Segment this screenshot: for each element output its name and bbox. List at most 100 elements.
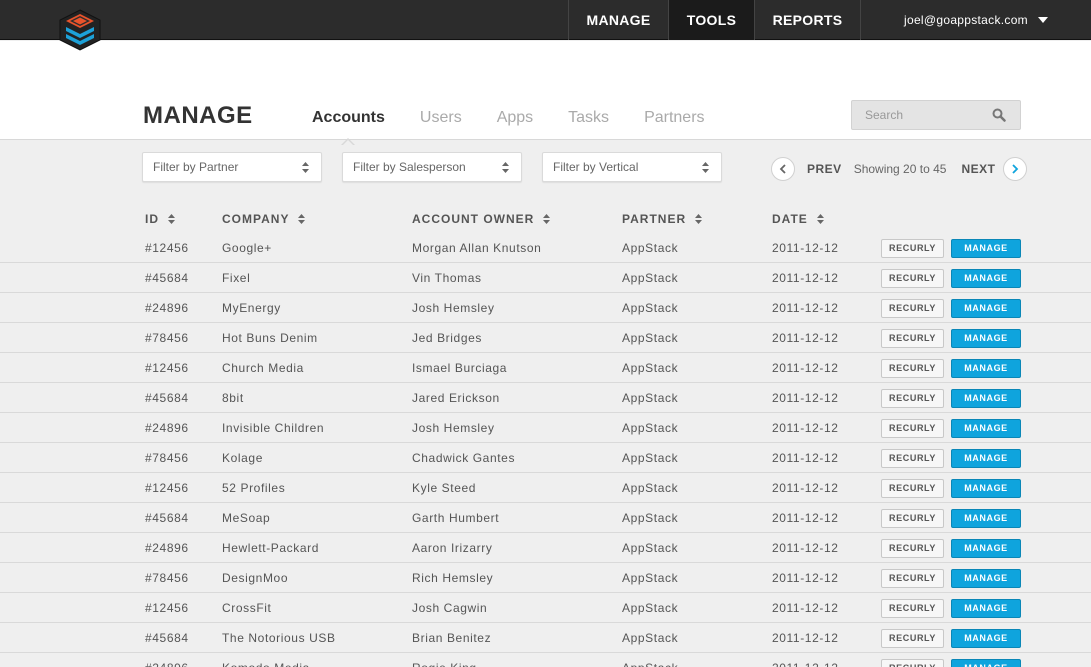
recurly-button[interactable]: RECURLY [881,239,944,258]
next-page-button[interactable] [1003,157,1028,181]
cell-partner: AppStack [622,421,679,435]
recurly-button[interactable]: RECURLY [881,419,944,438]
table-row: #78456 Kolage Chadwick Gantes AppStack 2… [0,443,1091,473]
recurly-button[interactable]: RECURLY [881,449,944,468]
top-bar: MANAGE TOOLS REPORTS joel@goappstack.com [0,0,1091,40]
cell-company: Kolage [222,451,263,465]
cell-partner: AppStack [622,653,678,667]
cell-owner: Jed Bridges [412,331,482,345]
manage-button[interactable]: MANAGE [951,419,1021,438]
nav-tools[interactable]: TOOLS [668,0,754,40]
table-row: #24896 Hewlett-Packard Aaron Irizarry Ap… [0,533,1091,563]
caret-down-icon [1037,17,1048,23]
cell-owner: Vin Thomas [412,271,482,285]
column-header-label: ACCOUNT OWNER [412,212,535,226]
logo[interactable] [56,6,104,54]
manage-button[interactable]: MANAGE [951,509,1021,528]
filter-vertical-select[interactable]: Filter by Vertical [542,152,722,182]
column-header-id[interactable]: ID [145,212,175,226]
manage-button[interactable]: MANAGE [951,599,1021,618]
search-box [851,100,1021,130]
cell-id: #24896 [145,653,189,667]
filter-salesperson-select[interactable]: Filter by Salesperson [342,152,522,182]
tab-apps[interactable]: Apps [497,109,533,127]
manage-button[interactable]: MANAGE [951,479,1021,498]
cell-partner: AppStack [622,481,679,495]
prev-label[interactable]: PREV [807,162,842,176]
cell-owner: Garth Humbert [412,511,500,525]
cell-company: Fixel [222,271,251,285]
recurly-button[interactable]: RECURLY [881,629,944,648]
recurly-button[interactable]: RECURLY [881,569,944,588]
search-icon[interactable] [992,108,1006,122]
showing-range: Showing 20 to 45 [853,162,947,176]
manage-button[interactable]: MANAGE [951,389,1021,408]
next-label[interactable]: NEXT [961,162,995,176]
recurly-button[interactable]: RECURLY [881,389,944,408]
nav-reports[interactable]: REPORTS [754,0,860,40]
manage-button[interactable]: MANAGE [951,239,1021,258]
cell-owner: Rich Hemsley [412,571,494,585]
cell-id: #78456 [145,331,189,345]
recurly-button[interactable]: RECURLY [881,269,944,288]
tab-bar: Accounts Users Apps Tasks Partners [312,109,740,146]
manage-button[interactable]: MANAGE [951,299,1021,318]
recurly-button[interactable]: RECURLY [881,479,944,498]
cell-id: #45684 [145,511,189,525]
updown-arrows-icon [302,162,309,173]
manage-button[interactable]: MANAGE [951,539,1021,558]
cell-owner: Aaron Irizarry [412,541,493,555]
column-header-date[interactable]: DATE [772,212,824,226]
cell-date: 2011-12-12 [772,331,839,345]
cell-id: #12456 [145,481,189,495]
recurly-button[interactable]: RECURLY [881,659,944,667]
column-header-account-owner[interactable]: ACCOUNT OWNER [412,212,551,226]
cell-partner: AppStack [622,541,679,555]
cell-id: #12456 [145,361,189,375]
cell-date: 2011-12-12 [772,511,839,525]
column-header-partner[interactable]: PARTNER [622,212,703,226]
manage-button[interactable]: MANAGE [951,659,1021,667]
table-row: #78456 Hot Buns Denim Jed Bridges AppSta… [0,323,1091,353]
recurly-button[interactable]: RECURLY [881,599,944,618]
cell-company: CrossFit [222,601,272,615]
filter-partner-select[interactable]: Filter by Partner [142,152,322,182]
column-header-label: COMPANY [222,212,290,226]
manage-button[interactable]: MANAGE [951,269,1021,288]
cell-owner: Josh Hemsley [412,301,495,315]
recurly-button[interactable]: RECURLY [881,299,944,318]
recurly-button[interactable]: RECURLY [881,329,944,348]
manage-button[interactable]: MANAGE [951,359,1021,378]
column-header-label: DATE [772,212,808,226]
column-header-company[interactable]: COMPANY [222,212,306,226]
cell-owner: Kyle Steed [412,481,477,495]
manage-button[interactable]: MANAGE [951,449,1021,468]
cell-date: 2011-12-12 [772,271,839,285]
recurly-button[interactable]: RECURLY [881,359,944,378]
table-row: #78456 DesignMoo Rich Hemsley AppStack 2… [0,563,1091,593]
cell-partner: AppStack [622,601,679,615]
prev-page-button[interactable] [771,157,795,181]
nav-manage[interactable]: MANAGE [568,0,668,40]
cell-company: Invisible Children [222,421,325,435]
table-row: #24896 Invisible Children Josh Hemsley A… [0,413,1091,443]
cell-id: #45684 [145,631,189,645]
recurly-button[interactable]: RECURLY [881,539,944,558]
manage-button[interactable]: MANAGE [951,629,1021,648]
manage-button[interactable]: MANAGE [951,329,1021,348]
tab-accounts[interactable]: Accounts [312,109,385,146]
cell-date: 2011-12-12 [772,391,839,405]
manage-button[interactable]: MANAGE [951,569,1021,588]
search-input[interactable] [852,101,982,129]
cell-partner: AppStack [622,631,679,645]
cell-owner: Rogie King [412,653,477,667]
cell-date: 2011-12-12 [772,361,839,375]
user-menu[interactable]: joel@goappstack.com [860,0,1091,40]
recurly-button[interactable]: RECURLY [881,509,944,528]
cell-company: The Notorious USB [222,631,336,645]
tab-partners[interactable]: Partners [644,109,704,127]
tab-tasks[interactable]: Tasks [568,109,609,127]
cell-date: 2011-12-12 [772,631,839,645]
table-row: #45684 8bit Jared Erickson AppStack 2011… [0,383,1091,413]
tab-users[interactable]: Users [420,109,462,127]
